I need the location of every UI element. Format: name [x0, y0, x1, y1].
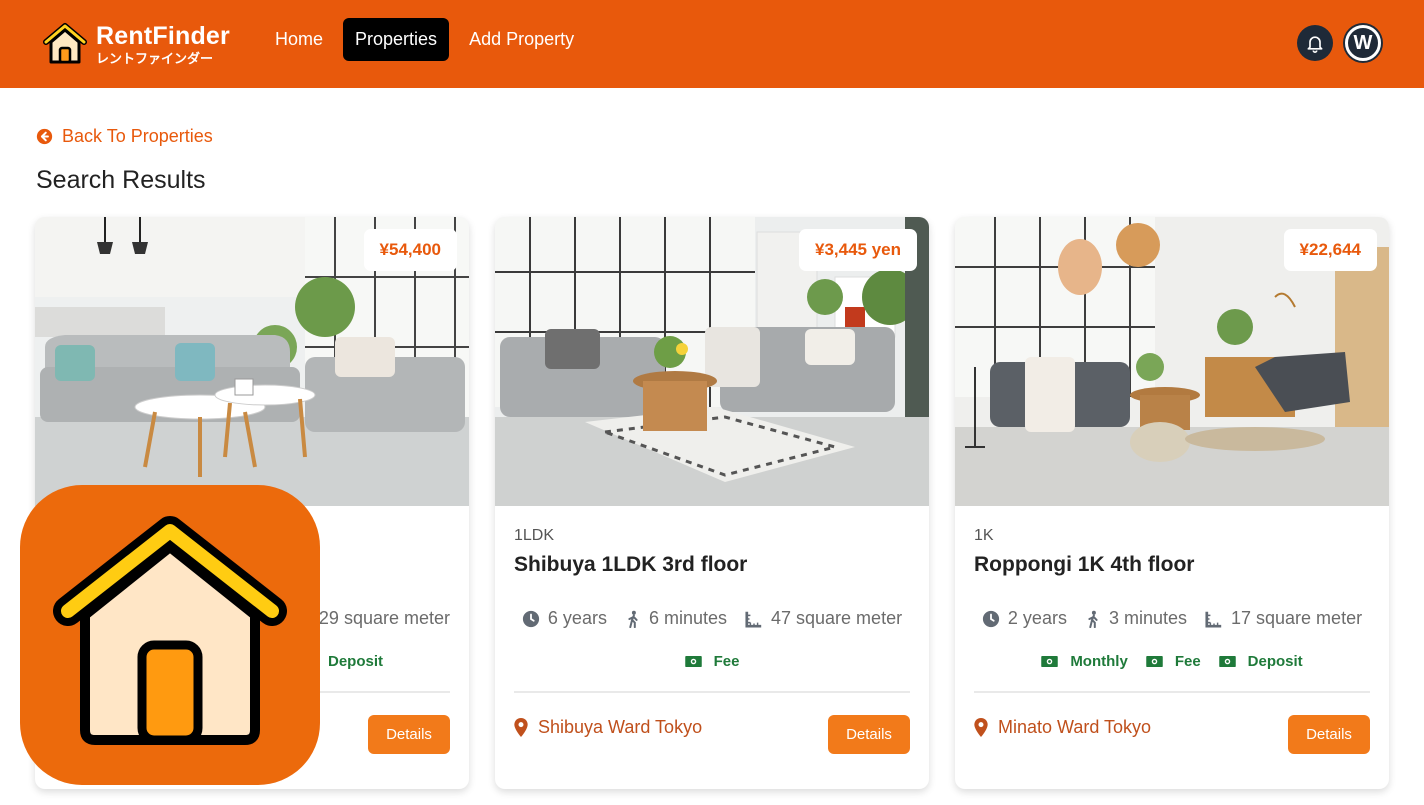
property-location: Shibuya Ward Tokyo — [514, 717, 702, 738]
property-card[interactable]: ¥3,445 yen 1LDK Shibuya 1LDK 3rd floor 6… — [495, 217, 929, 789]
price-badge: ¥54,400 — [363, 229, 457, 271]
price-badge: ¥22,644 — [1283, 229, 1377, 271]
arrow-left-circle-icon — [36, 128, 53, 145]
bell-icon — [1307, 36, 1323, 53]
map-pin-icon — [514, 718, 528, 737]
details-button[interactable]: Details — [1288, 715, 1370, 754]
main-nav: Home Properties Add Property — [263, 18, 586, 61]
money-bill-icon — [1041, 656, 1059, 667]
brand-logo[interactable]: RentFinder レントファインダー — [42, 22, 230, 66]
price-badge: ¥3,445 yen — [798, 229, 917, 271]
nav-add-property[interactable]: Add Property — [457, 18, 586, 61]
ruler-icon — [745, 611, 762, 628]
property-type: 1K — [974, 527, 994, 544]
property-specs: 6 years 6 minutes 47 square meter — [514, 608, 910, 629]
tag-label: Fee — [1174, 653, 1201, 670]
details-button[interactable]: Details — [828, 715, 910, 754]
walking-icon — [628, 610, 638, 628]
property-type: 1LDK — [514, 527, 555, 544]
walking-icon — [1088, 610, 1098, 628]
money-bill-icon — [684, 656, 702, 667]
tag-label: Monthly — [1070, 653, 1128, 670]
divider — [514, 691, 910, 693]
area-value: 47 square meter — [771, 608, 903, 628]
area-spec: 47 square meter — [745, 608, 902, 629]
user-avatar[interactable]: W — [1345, 25, 1381, 61]
age-value: 2 years — [1007, 608, 1067, 628]
notifications-button[interactable] — [1297, 25, 1333, 61]
tag-deposit: Deposit — [1218, 653, 1303, 670]
ruler-icon — [1205, 611, 1222, 628]
divider — [974, 691, 1370, 693]
walk-spec: 6 minutes — [625, 608, 727, 629]
property-tags: Monthly Fee Deposit — [974, 653, 1370, 670]
location-label: Minato Ward Tokyo — [998, 717, 1152, 737]
area-spec: 17 square meter — [1205, 608, 1362, 629]
tag-label: Fee — [713, 653, 740, 670]
age-value: 6 years — [547, 608, 607, 628]
back-label: Back To Properties — [62, 126, 213, 146]
location-label: Shibuya Ward Tokyo — [538, 717, 703, 737]
tag-label: Deposit — [327, 653, 383, 670]
property-name: Roppongi 1K 4th floor — [974, 553, 1195, 576]
brand-tagline: レントファインダー — [96, 50, 214, 66]
tag-fee: Fee — [684, 653, 740, 670]
money-bill-icon — [1146, 656, 1163, 667]
property-name: Shibuya 1LDK 3rd floor — [514, 553, 748, 576]
property-location: Minato Ward Tokyo — [974, 717, 1151, 738]
brand-name: RentFinder — [96, 21, 230, 50]
map-pin-icon — [974, 718, 988, 737]
walk-value: 6 minutes — [648, 608, 727, 628]
area-value: 17 square meter — [1231, 608, 1363, 628]
clock-icon — [522, 610, 540, 627]
tag-monthly: Monthly — [1041, 653, 1128, 670]
details-button[interactable]: Details — [368, 715, 450, 754]
age-spec: 6 years — [522, 608, 607, 629]
tag-deposit: Deposit — [328, 653, 383, 670]
nav-home[interactable]: Home — [263, 18, 335, 61]
clock-icon — [982, 610, 1000, 627]
age-spec: 2 years — [982, 608, 1067, 629]
area-spec: 29 square meter — [318, 608, 450, 628]
tag-label: Deposit — [1247, 653, 1303, 670]
property-specs: 2 years 3 minutes 17 square meter — [974, 608, 1370, 629]
nav-properties[interactable]: Properties — [343, 18, 450, 61]
page-title: Search Results — [36, 166, 206, 194]
back-to-properties-link[interactable]: Back To Properties — [36, 126, 213, 147]
property-card[interactable]: ¥22,644 1K Roppongi 1K 4th floor 2 years… — [955, 217, 1389, 789]
walk-value: 3 minutes — [1108, 608, 1187, 628]
money-bill-icon — [1218, 656, 1236, 667]
top-navbar: RentFinder レントファインダー Home Properties Add… — [0, 0, 1424, 88]
walk-spec: 3 minutes — [1085, 608, 1187, 629]
property-tags: Fee — [514, 653, 910, 670]
house-icon — [43, 23, 87, 64]
tag-fee: Fee — [1146, 653, 1201, 670]
app-house-icon — [20, 485, 320, 785]
